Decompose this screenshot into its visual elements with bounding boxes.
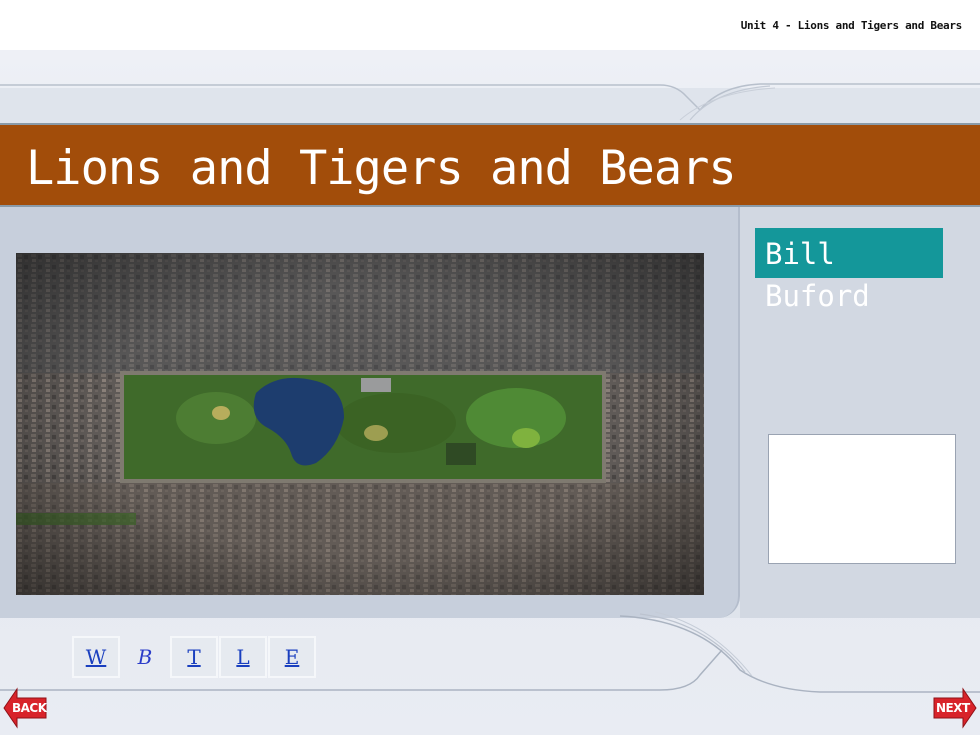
- unit-label: Unit 4 - Lions and Tigers and Bears: [740, 19, 963, 32]
- nav-t-button[interactable]: T: [170, 636, 218, 678]
- author-last-name: Buford: [765, 279, 870, 313]
- section-nav: W B T L E: [72, 636, 317, 678]
- nav-e-button[interactable]: E: [268, 636, 316, 678]
- next-button[interactable]: NEXT: [933, 686, 977, 730]
- title-bar: Lions and Tigers and Bears: [0, 123, 980, 207]
- nav-b-button[interactable]: B: [121, 636, 169, 678]
- top-bar: Unit 4 - Lions and Tigers and Bears: [0, 0, 980, 50]
- slide-title: Lions and Tigers and Bears: [26, 141, 737, 196]
- aerial-park-photo: [16, 253, 704, 595]
- next-label: NEXT: [936, 701, 970, 715]
- author-first-name: Bill: [755, 228, 943, 278]
- back-button[interactable]: BACK: [3, 686, 47, 730]
- nav-l-button[interactable]: L: [219, 636, 267, 678]
- back-label: BACK: [12, 701, 47, 715]
- nav-w-button[interactable]: W: [72, 636, 120, 678]
- blank-panel: [768, 434, 956, 564]
